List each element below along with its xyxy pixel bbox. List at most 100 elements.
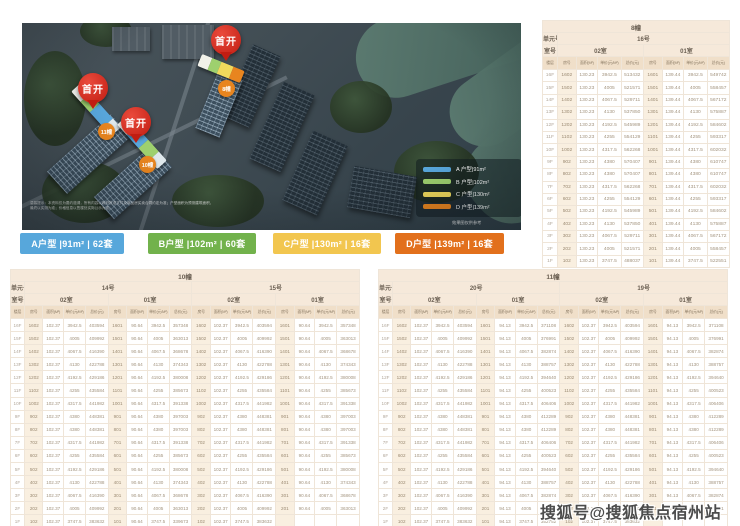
value-cell: 4130: [64, 358, 86, 371]
value-cell: 4380: [599, 410, 621, 423]
value-cell: 130.23: [576, 181, 598, 193]
value-cell: 383632: [253, 515, 276, 526]
value-cell: [294, 515, 315, 526]
value-cell: 416390: [454, 345, 477, 358]
room-number-cell: 1101: [476, 384, 494, 397]
value-cell: 90.64: [127, 515, 148, 526]
legend-item: D 户型|139m²: [423, 203, 515, 211]
table-title: 10幢: [11, 270, 360, 282]
room-number-cell: 1501: [476, 332, 494, 345]
value-cell: 102.37: [210, 449, 231, 462]
room-number-cell: 202: [192, 502, 210, 515]
value-cell: 4005: [598, 243, 621, 255]
floor-cell: 14F: [379, 345, 393, 358]
value-cell: 130.23: [576, 169, 598, 181]
value-cell: 374343: [169, 358, 192, 371]
room-number-cell: 402: [557, 218, 576, 230]
value-cell: 363013: [169, 502, 192, 515]
room-number-cell: 301: [476, 489, 494, 502]
value-cell: 529711: [621, 94, 643, 106]
value-cell: 4067.5: [683, 345, 705, 358]
floor-cell: 8F: [379, 423, 393, 436]
value-cell: 90.64: [127, 489, 148, 502]
value-cell: 4130: [515, 476, 537, 489]
table-row: 12F1202130.234192.55459891201139.444192.…: [543, 119, 730, 131]
room-number-cell: 902: [557, 156, 576, 168]
value-cell: 4317.5: [684, 144, 707, 156]
value-cell: 429186: [454, 371, 477, 384]
floor-cell: 6F: [543, 193, 558, 205]
value-cell: 139.44: [662, 70, 684, 82]
value-cell: 374343: [169, 476, 192, 489]
room-number-cell: 1202: [557, 119, 576, 131]
value-cell: 409992: [454, 332, 477, 345]
value-cell: 4005: [64, 502, 86, 515]
room-number-cell: 802: [557, 169, 576, 181]
value-cell: 4192.5: [599, 371, 621, 384]
room-number-cell: 702: [560, 436, 578, 449]
table-row: 4F402102.37413042278840194.1341303887574…: [379, 476, 728, 489]
value-cell: 102.37: [210, 332, 231, 345]
room-number-cell: 1302: [557, 107, 576, 119]
room-number-cell: 1002: [192, 397, 210, 410]
value-cell: 4380: [315, 423, 337, 436]
table-row: 5F502102.374192.542918650194.134192.5394…: [379, 463, 728, 476]
value-cell: 4067.5: [598, 94, 621, 106]
room-number-cell: 102: [557, 255, 576, 267]
column-header: 单价(元/M²): [315, 306, 337, 319]
room-number-cell: 1001: [276, 397, 294, 410]
column-header: 总价(元): [621, 306, 644, 319]
value-cell: 102.37: [43, 410, 64, 423]
value-cell: 441982: [86, 397, 109, 410]
room-number-cell: 302: [392, 489, 410, 502]
value-cell: 4255: [598, 131, 621, 143]
value-cell: 4255: [684, 131, 707, 143]
unit-type-banner[interactable]: D户型 |139m² | 16套: [395, 233, 504, 254]
value-cell: 422788: [621, 358, 644, 371]
value-cell: 385673: [169, 449, 192, 462]
unit-type-banner[interactable]: A户型 |91m² | 62套: [20, 233, 124, 254]
value-cell: 602032: [707, 181, 729, 193]
value-cell: 4005: [315, 332, 337, 345]
room-number-cell: 1101: [108, 384, 126, 397]
floor-cell: 12F: [379, 371, 393, 384]
column-header: 房号: [643, 57, 662, 70]
value-cell: 610747: [707, 156, 729, 168]
floor-cell: 14F: [543, 94, 558, 106]
value-cell: 422788: [253, 476, 276, 489]
value-cell: 4067.5: [231, 345, 253, 358]
room-number-cell: 402: [192, 476, 210, 489]
value-cell: 4192.5: [432, 371, 454, 384]
room-number-cell: 301: [108, 489, 126, 502]
value-cell: 94.13: [662, 384, 683, 397]
floor-cell: 7F: [379, 436, 393, 449]
floor-cell: 9F: [11, 410, 25, 423]
room-number-cell: 701: [276, 436, 294, 449]
value-cell: 102.37: [578, 436, 599, 449]
room-number-cell: 802: [24, 423, 42, 436]
value-cell: 558457: [707, 82, 729, 94]
value-cell: 4380: [598, 169, 621, 181]
table-row: 9F902102.37438044838190194.1343804122899…: [379, 410, 728, 423]
value-cell: 94.13: [662, 319, 683, 332]
value-cell: 4005: [147, 502, 169, 515]
floor-cell: 6F: [11, 449, 25, 462]
table-row: 8F802102.37438044838180190.6443803970038…: [11, 423, 360, 436]
value-cell: 4317.5: [515, 436, 537, 449]
value-cell: 567172: [707, 231, 729, 243]
unit-type-banner[interactable]: C户型 |130m² | 16套: [273, 233, 381, 254]
room-number-cell: 402: [24, 476, 42, 489]
value-cell: 554129: [621, 131, 643, 143]
room-number-cell: 1102: [557, 131, 576, 143]
value-cell: 94.13: [662, 476, 683, 489]
value-cell: 139.44: [662, 218, 684, 230]
room-number-cell: 401: [276, 476, 294, 489]
value-cell: 441982: [253, 397, 276, 410]
value-cell: 102.37: [411, 502, 432, 515]
value-cell: 4192.5: [147, 371, 169, 384]
unit-type-banner[interactable]: B户型 |102m² | 60套: [148, 233, 256, 254]
value-cell: 4192.5: [515, 463, 537, 476]
value-cell: 4130: [231, 476, 253, 489]
value-cell: 102.37: [578, 410, 599, 423]
column-header: 总价(元): [707, 57, 729, 70]
